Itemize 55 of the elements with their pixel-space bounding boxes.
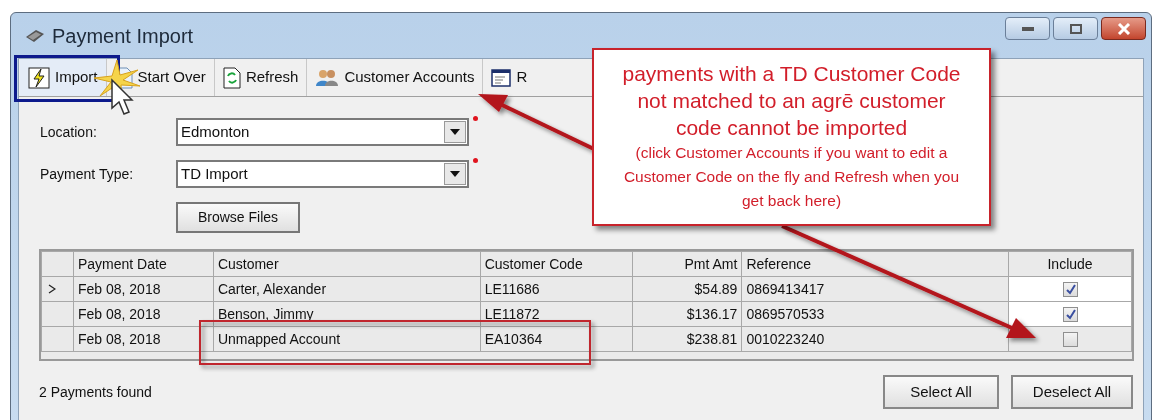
toolbar-button[interactable]: Refresh bbox=[214, 59, 308, 96]
cursor-icon bbox=[110, 78, 134, 116]
refresh-icon bbox=[222, 66, 241, 89]
dropdown-arrow-icon bbox=[450, 129, 460, 135]
column-header[interactable]: Include bbox=[1008, 251, 1132, 277]
close-icon bbox=[1116, 22, 1131, 35]
form-icon bbox=[491, 68, 512, 87]
action-button[interactable]: Deselect All bbox=[1011, 375, 1133, 409]
maximize-button[interactable] bbox=[1053, 17, 1098, 40]
checkmark-icon bbox=[1064, 309, 1076, 321]
close-button[interactable] bbox=[1101, 17, 1146, 40]
column-header[interactable]: Reference bbox=[741, 251, 1009, 277]
table-cell: Feb 08, 2018 bbox=[73, 301, 214, 327]
table-cell: 0010223240 bbox=[741, 326, 1009, 352]
include-checkbox[interactable] bbox=[1062, 332, 1078, 348]
dropdown-field[interactable]: Edmonton bbox=[176, 118, 469, 146]
column-header[interactable]: Customer bbox=[213, 251, 481, 277]
callout-headline: payments with a TD Customer Code not matched to an agrē customer code cannot be imported bbox=[621, 61, 962, 141]
card-reader-icon bbox=[24, 28, 46, 43]
status-text: 2 Payments found bbox=[39, 382, 152, 402]
table-cell: Feb 08, 2018 bbox=[73, 326, 214, 352]
table-cell: Unmapped Account bbox=[213, 326, 481, 352]
checkmark-icon bbox=[1064, 284, 1076, 296]
window-title: Payment Import bbox=[52, 23, 194, 49]
minimize-button[interactable] bbox=[1005, 17, 1050, 40]
table-cell: Benson, Jimmy bbox=[213, 301, 481, 327]
lightning-icon bbox=[28, 66, 50, 89]
column-header[interactable]: Pmt Amt bbox=[633, 251, 742, 277]
restore-icon bbox=[1069, 23, 1082, 34]
table-cell: 0869570533 bbox=[741, 301, 1009, 327]
toolbar-button[interactable]: R bbox=[483, 59, 536, 96]
minimize-icon bbox=[1021, 26, 1034, 31]
table-cell: $238.81 bbox=[633, 326, 742, 352]
table-cell: EA10364 bbox=[480, 326, 633, 352]
table-cell: LE11686 bbox=[480, 276, 633, 302]
include-checkbox[interactable] bbox=[1062, 282, 1078, 298]
people-icon bbox=[315, 68, 340, 87]
dropdown-field[interactable]: TD Import bbox=[176, 160, 469, 188]
action-button[interactable]: Select All bbox=[883, 375, 999, 409]
field-label: Location: bbox=[40, 122, 98, 142]
callout-note: (click Customer Accounts if you want to edit a Customer Code on the fly and Refresh when you get back here) bbox=[622, 143, 961, 211]
table-cell: LE11872 bbox=[480, 301, 633, 327]
dropdown-arrow-icon bbox=[450, 171, 460, 177]
browse-files-button[interactable]: Browse Files bbox=[176, 202, 300, 233]
column-header[interactable]: Customer Code bbox=[480, 251, 633, 277]
field-label: Payment Type: bbox=[40, 164, 135, 184]
include-checkbox[interactable] bbox=[1062, 307, 1078, 323]
table-cell: 0869413417 bbox=[741, 276, 1009, 302]
table-cell: Carter, Alexander bbox=[213, 276, 481, 302]
toolbar-button[interactable]: Customer Accounts bbox=[307, 59, 484, 96]
table-cell: Feb 08, 2018 bbox=[73, 276, 214, 302]
toolbar-button[interactable]: Import bbox=[20, 59, 107, 96]
column-header[interactable]: Payment Date bbox=[73, 251, 214, 277]
table-cell: $54.89 bbox=[633, 276, 742, 302]
table-cell: $136.17 bbox=[633, 301, 742, 327]
